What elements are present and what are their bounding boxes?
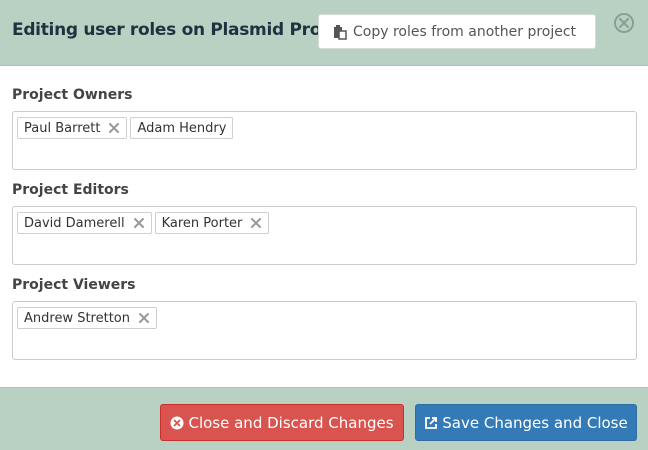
modal-footer: Close and Discard Changes Save Changes a…	[0, 387, 648, 450]
paste-icon	[333, 24, 347, 40]
role-label-viewers: Project Viewers	[12, 277, 136, 293]
user-tag-name: David Damerell	[24, 215, 125, 231]
user-tag: Paul Barrett	[17, 117, 128, 139]
remove-x-icon[interactable]	[133, 217, 145, 229]
copy-roles-label: Copy roles from another project	[353, 23, 577, 40]
user-tag-name: Paul Barrett	[24, 120, 101, 136]
close-circle-icon[interactable]	[613, 12, 635, 34]
editors-tag-input[interactable]: David Damerell Karen Porter	[12, 206, 637, 265]
save-label: Save Changes and Close	[442, 413, 628, 432]
modal-title: Editing user roles on Plasmid Project	[12, 20, 356, 40]
remove-x-icon[interactable]	[108, 122, 120, 134]
user-tag-name: Karen Porter	[161, 215, 243, 231]
role-label-editors: Project Editors	[12, 182, 129, 198]
share-square-icon	[424, 416, 438, 430]
user-tag: Andrew Stretton	[17, 307, 157, 329]
role-label-owners: Project Owners	[12, 87, 133, 103]
viewers-tag-input[interactable]: Andrew Stretton	[12, 301, 637, 360]
user-tag: David Damerell	[17, 212, 152, 234]
user-tag-name: Andrew Stretton	[24, 310, 130, 326]
remove-x-icon[interactable]	[138, 312, 150, 324]
user-tag-name: Adam Hendry	[137, 120, 227, 136]
role-group-viewers: Project Viewers Andrew Stretton	[12, 276, 637, 360]
remove-x-icon[interactable]	[250, 217, 262, 229]
times-circle-icon	[170, 416, 184, 430]
discard-button[interactable]: Close and Discard Changes	[160, 404, 404, 441]
user-tag: Karen Porter	[154, 212, 270, 234]
discard-label: Close and Discard Changes	[188, 413, 394, 432]
role-group-editors: Project Editors David Damerell Karen Por…	[12, 181, 637, 265]
copy-roles-button[interactable]: Copy roles from another project	[318, 14, 596, 49]
modal-body: Project Owners Paul Barrett Adam Hendry …	[0, 66, 648, 387]
role-group-owners: Project Owners Paul Barrett Adam Hendry	[12, 86, 637, 170]
owners-tag-input[interactable]: Paul Barrett Adam Hendry	[12, 111, 637, 170]
save-button[interactable]: Save Changes and Close	[415, 404, 637, 441]
user-tag: Adam Hendry	[130, 117, 234, 139]
modal-header: Editing user roles on Plasmid Project Co…	[0, 0, 648, 66]
